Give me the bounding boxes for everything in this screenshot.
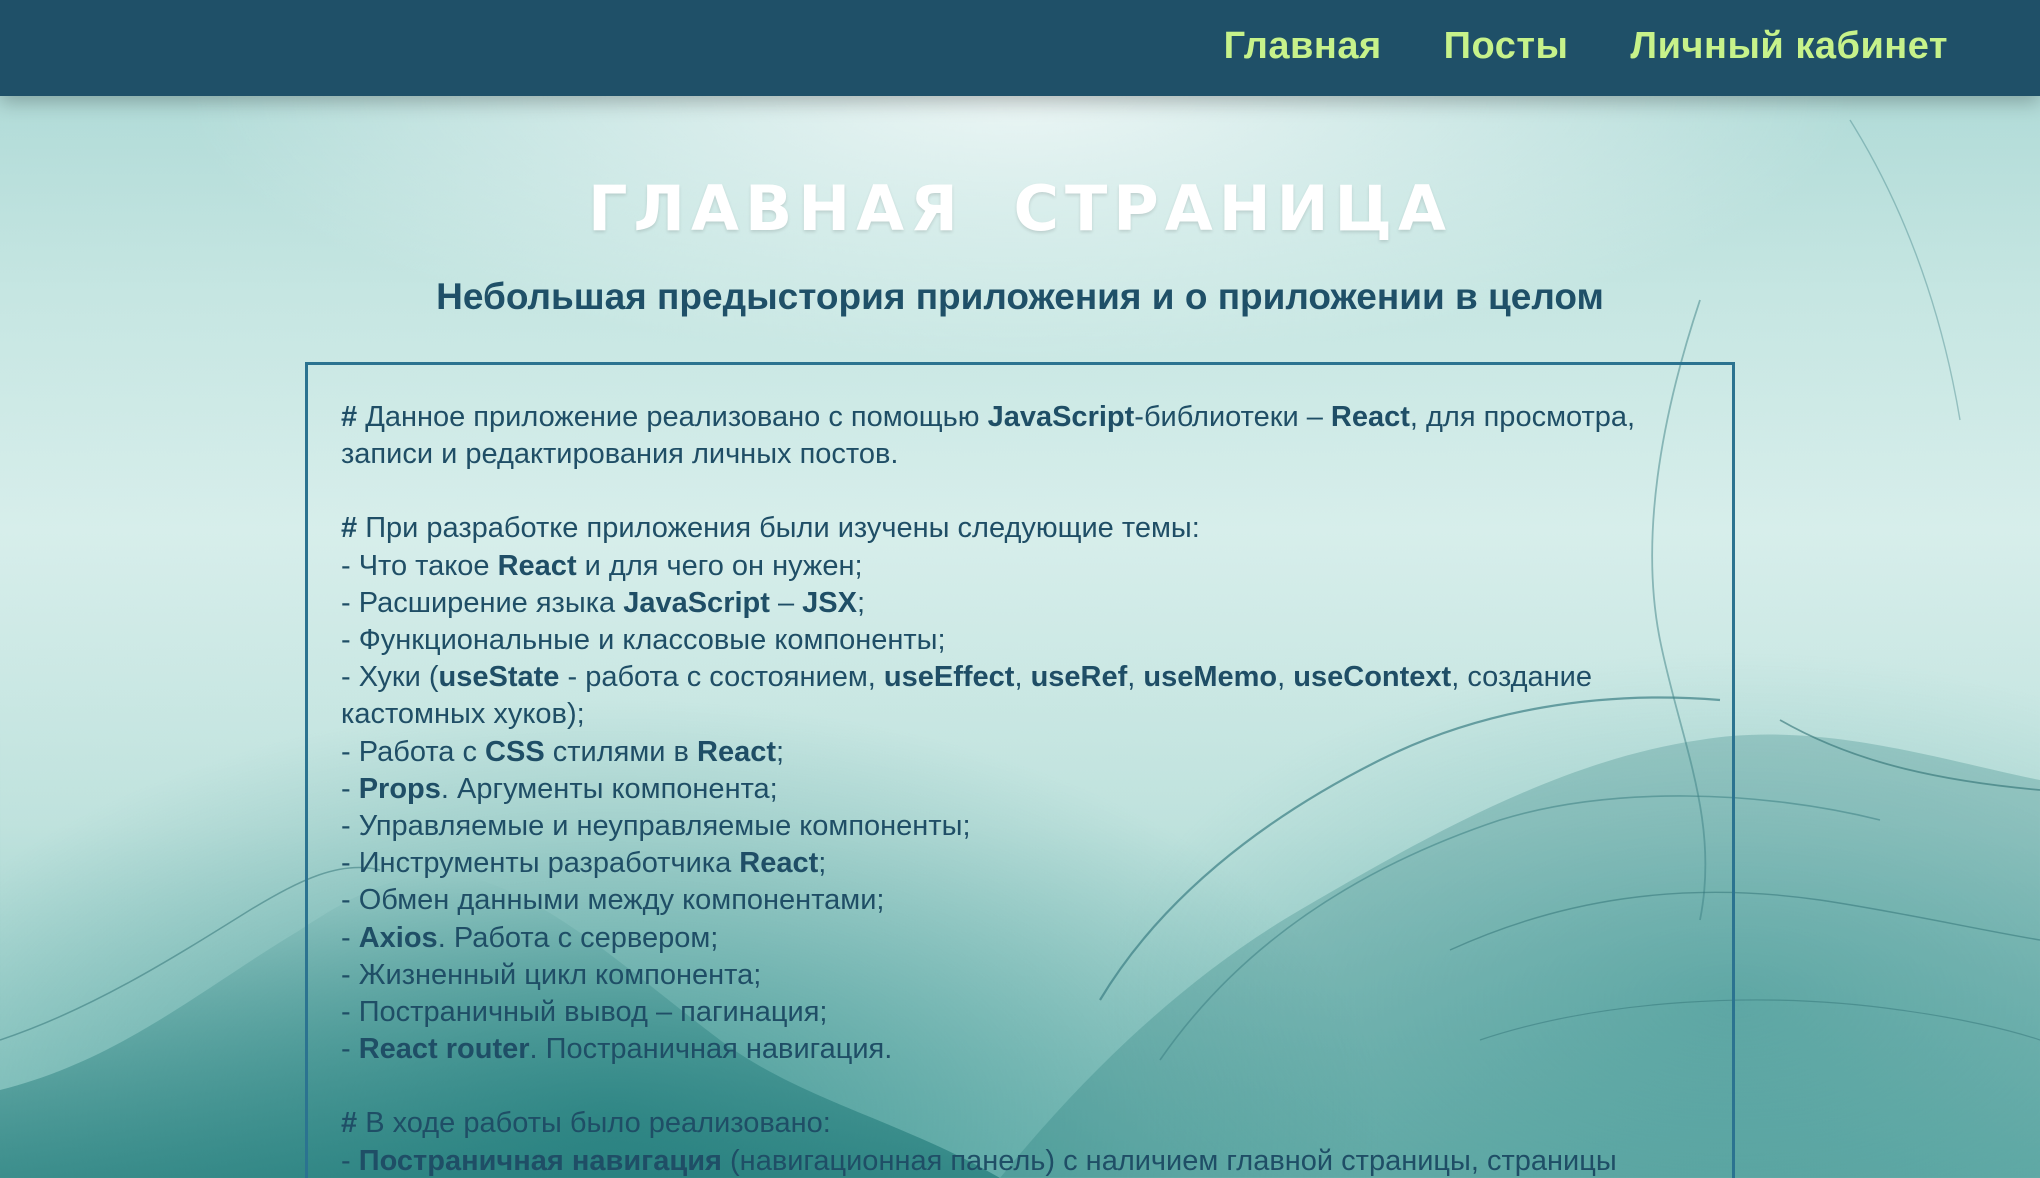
nav-link-posts[interactable]: Посты	[1444, 25, 1569, 68]
keyword: React router	[358, 1033, 530, 1066]
list-item: - Обмен данными между компонентами;	[341, 882, 1700, 919]
hash-marker: #	[341, 1107, 358, 1140]
keyword: React	[739, 847, 819, 880]
keyword: CSS	[485, 735, 545, 768]
text: ;	[856, 586, 866, 619]
text: -	[341, 772, 359, 805]
keyword: Axios	[358, 921, 438, 954]
keyword: React	[697, 735, 776, 768]
text: ;	[818, 847, 827, 880]
text: -	[341, 1033, 359, 1066]
text: - Постраничный вывод – пагинация;	[341, 996, 828, 1029]
keyword: useRef	[1030, 661, 1128, 694]
topics-list: # При разработке приложения были изучены…	[341, 510, 1700, 1068]
text: ;	[776, 735, 785, 768]
nav-links: Главная Посты Личный кабинет	[1224, 0, 1948, 92]
text: -библиотеки –	[1134, 401, 1331, 433]
list-item: - Работа с CSS стилями в React;	[341, 734, 1700, 771]
intro-paragraph: # Данное приложение реализовано с помощь…	[341, 399, 1700, 473]
keyword: useContext	[1293, 661, 1452, 694]
text: - Управляемые и неуправляемые компоненты…	[341, 810, 971, 843]
keyword: useState	[438, 661, 560, 694]
done-heading: # В ходе работы было реализовано:	[341, 1105, 1700, 1142]
text: -	[341, 1144, 359, 1177]
text: - Работа с	[341, 735, 486, 768]
text: . Работа с сервером;	[437, 921, 719, 954]
keyword: JavaScript	[623, 586, 770, 619]
list-item: - Функциональные и классовые компоненты;	[341, 622, 1700, 659]
keyword: Props	[358, 772, 441, 805]
keyword: JSX	[802, 586, 857, 619]
text: При разработке приложения были изучены с…	[357, 512, 1200, 545]
nav-link-account[interactable]: Личный кабинет	[1630, 25, 1948, 68]
done-list: # В ходе работы было реализовано: - Пост…	[341, 1105, 1700, 1178]
text: Данное приложение реализовано с помощью	[357, 401, 988, 433]
text: -	[341, 921, 359, 954]
topics-heading: # При разработке приложения были изучены…	[341, 510, 1700, 547]
page-title: ГЛАВНАЯ СТРАНИЦА	[588, 172, 1452, 245]
list-item: - Хуки (useState - работа с состоянием, …	[341, 659, 1700, 733]
text: - Обмен данными между компонентами;	[341, 884, 885, 917]
text: - Функциональные и классовые компоненты;	[341, 624, 946, 657]
text: . Постраничная навигация.	[529, 1033, 893, 1066]
text: ,	[1277, 661, 1294, 694]
text: . Аргументы компонента;	[440, 772, 778, 805]
list-item: - Управляемые и неуправляемые компоненты…	[341, 808, 1700, 845]
keyword: React	[497, 549, 577, 582]
list-item: - Постраничный вывод – пагинация;	[341, 994, 1700, 1031]
keyword: JavaScript	[987, 401, 1135, 433]
keyword: React	[1330, 401, 1410, 433]
keyword: useMemo	[1143, 661, 1278, 694]
top-navbar: Главная Посты Личный кабинет	[0, 0, 2040, 96]
text: В ходе работы было реализовано:	[357, 1107, 831, 1140]
list-item: - Инструменты разработчика React;	[341, 845, 1700, 882]
hash-marker: #	[341, 512, 358, 545]
keyword: useEffect	[883, 661, 1015, 694]
text: - Хуки (	[341, 661, 439, 694]
text: - Жизненный цикл компонента;	[341, 958, 762, 991]
list-item: - Props. Аргументы компонента;	[341, 771, 1700, 808]
text: стилями в	[544, 735, 697, 768]
text: ,	[1014, 661, 1031, 694]
list-item: - Постраничная навигация (навигационная …	[341, 1143, 1700, 1178]
text: - работа с состоянием,	[559, 661, 884, 694]
about-content-box: # Данное приложение реализовано с помощь…	[305, 362, 1735, 1178]
text: и для чего он нужен;	[576, 549, 863, 582]
text: (навигационная панель) с наличием главно…	[721, 1144, 1617, 1177]
list-item: - Жизненный цикл компонента;	[341, 957, 1700, 994]
keyword: Постраничная навигация	[358, 1144, 722, 1177]
text: - Инструменты разработчика	[341, 847, 740, 880]
list-item: - Axios. Работа с сервером;	[341, 920, 1700, 957]
list-item: - React router. Постраничная навигация.	[341, 1031, 1700, 1068]
text: - Что такое	[341, 549, 498, 582]
text: - Расширение языка	[341, 586, 624, 619]
list-item: - Что такое React и для чего он нужен;	[341, 548, 1700, 585]
nav-link-home[interactable]: Главная	[1224, 25, 1382, 68]
hash-marker: #	[341, 401, 358, 433]
list-item: - Расширение языка JavaScript – JSX;	[341, 585, 1700, 622]
page-subtitle: Небольшая предыстория приложения и о при…	[436, 276, 1604, 317]
text: –	[769, 586, 803, 619]
text: ,	[1127, 661, 1144, 694]
